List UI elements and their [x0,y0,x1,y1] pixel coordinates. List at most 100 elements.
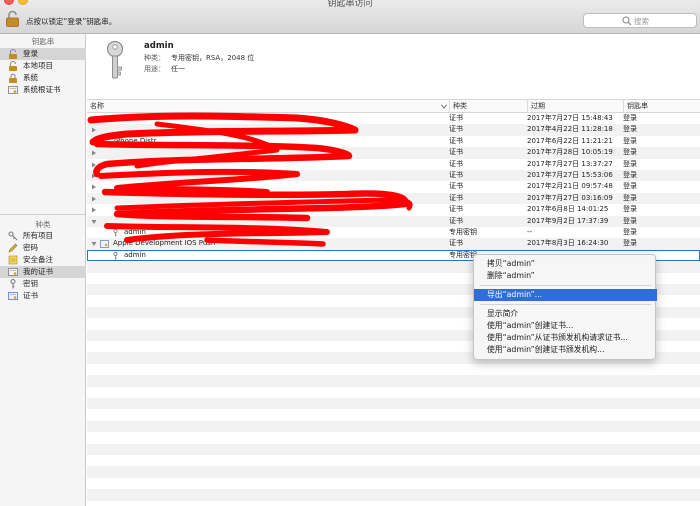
expires-cell: 2017年4月22日 11:28:18 [527,125,613,134]
item-usage-value: 任一 [171,65,185,73]
kind-cell: 证书 [449,148,463,157]
keychain-cell: 登录 [623,216,637,225]
column-header-kind[interactable]: 种类 [449,100,527,113]
expires-cell: 2017年9月2日 17:37:39 [527,216,609,225]
sidebar-item-label: 我的证书 [23,267,53,276]
search-icon [622,16,632,26]
keychain-cell: 登录 [623,171,637,179]
disclosure-triangle-icon[interactable] [91,241,97,247]
kind-cell: 证书 [449,216,463,225]
sidebar-divider [0,214,86,215]
sidebar-item-label: 系统根证书 [23,85,61,94]
table-row[interactable]: 证书 2017年7月27日 15:48:43 登录 [87,113,700,124]
menu-item-create-ca[interactable]: 使用“admin”创建证书颁发机构... [474,344,657,356]
disclosure-triangle-icon[interactable] [91,127,97,133]
menu-item-delete[interactable]: 删除“admin” [474,270,657,282]
disclosure-triangle-icon[interactable] [91,219,97,225]
name-cell [111,204,441,215]
name-cell [111,193,441,204]
name-cell [111,159,441,170]
menu-separator [480,304,651,305]
note-icon [8,255,18,265]
menu-item-request-certificate[interactable]: 使用“admin”从证书颁发机构请求证书... [474,332,657,344]
sidebar-item-my-certificates[interactable]: 我的证书 [0,266,86,278]
item-usage-row: 用途： 任一 [144,64,185,74]
empty-row [87,375,700,387]
table-row[interactable]: Apple Development IOS Push 证书 2017年8月3日 … [87,238,700,250]
table-row[interactable]: 证书 2017年7月28日 10:05:19 登录 [87,147,700,159]
menu-item-get-info[interactable]: 显示简介 [474,308,657,320]
column-header-keychain[interactable]: 钥匙串 [623,100,700,113]
search-field[interactable]: 搜索 [583,13,697,28]
expires-cell: 2017年7月28日 10:05:19 [527,148,613,157]
menu-item-create-certificate[interactable]: 使用“admin”创建证书... [474,320,657,332]
sidebar-item-system-roots[interactable]: 系统根证书 [0,84,86,96]
sidebar-item-local-items[interactable]: 本地项目 [0,60,86,72]
lock-open-icon [9,49,17,59]
empty-row [87,489,700,501]
menu-separator [480,285,651,286]
disclosure-triangle-icon[interactable] [91,162,97,168]
column-header-name[interactable]: 名称 [87,100,449,113]
disclosure-triangle-icon[interactable] [91,116,97,122]
name-cell [111,170,441,181]
keychain-access-window: 钥匙串访问 点按以锁定“登录”钥匙串。 搜索 钥匙串 登录 本地项目 系统 系统… [0,0,700,506]
expires-cell: 2017年2月21日 09:57:48 [527,182,613,191]
disclosure-triangle-icon[interactable] [91,173,97,179]
name-cell: admin [124,250,146,259]
table-row[interactable]: 证书 2017年2月21日 09:57:48 登录 [87,181,700,192]
lock-hint-text: 点按以锁定“登录”钥匙串。 [26,17,117,26]
expires-cell: 2017年7月27日 03:16:09 [527,193,613,202]
table-row[interactable]: 证书 2017年9月2日 17:37:39 登录 [87,215,700,227]
empty-row [87,443,700,455]
certificate-icon [100,240,109,249]
context-menu: 拷贝“admin” 删除“admin” 导出“admin”... 显示简介 使用… [473,254,657,360]
sidebar-item-all-items[interactable]: 所有项目 [0,230,86,242]
disclosure-triangle-icon[interactable] [91,184,97,190]
sidebar-item-system[interactable]: 系统 [0,72,86,84]
table-row[interactable]: 证书 2017年7月27日 13:37:27 登录 [87,159,700,170]
disclosure-triangle-icon[interactable] [91,139,97,145]
name-cell [111,124,441,135]
sidebar-item-keys[interactable]: 密钥 [0,278,86,290]
name-cell: admin [124,228,146,236]
kind-cell: 证书 [449,125,463,134]
keychain-cell: 登录 [623,193,637,202]
disclosure-triangle-icon[interactable] [91,150,97,156]
certificate-icon [8,86,18,94]
name-cell [111,216,441,227]
column-header-expires[interactable]: 过期 [527,100,623,113]
kind-cell: 证书 [449,171,463,179]
kind-cell: 证书 [449,136,463,145]
lock-open-icon [9,61,17,71]
table-row[interactable]: 证书 2017年6月8日 14:01:25 登录 [87,204,700,215]
table-row[interactable]: 证书 2017年7月27日 15:53:06 登录 [87,170,700,182]
expires-cell: 2017年6月22日 11:21:21 [527,136,613,145]
disclosure-triangle-icon[interactable] [91,207,97,213]
item-kind-label: 种类： [144,54,165,62]
lock-open-icon[interactable] [6,10,19,27]
table-row[interactable]: 证书 2017年4月22日 11:28:18 登录 [87,124,700,136]
menu-item-export[interactable]: 导出“admin”... [474,289,657,301]
table-row[interactable]: 证书 2017年7月27日 03:16:09 登录 [87,192,700,205]
keychain-cell: 登录 [623,182,637,191]
table-row[interactable]: iPhone Distr 证书 2017年6月22日 11:21:21 登录 [87,136,700,147]
sidebar-item-secure-notes[interactable]: 安全备注 [0,254,86,266]
sidebar-item-certificates[interactable]: 证书 [0,290,86,302]
table-header: 名称 种类 过期 钥匙串 [87,100,700,113]
expires-cell: 2017年7月27日 15:48:43 [527,114,613,122]
disclosure-triangle-icon[interactable] [91,196,97,202]
key-icon [113,251,118,260]
table-row[interactable]: admin 专用密钥 -- 登录 [87,227,700,238]
keychain-cell: 登录 [623,159,637,168]
sidebar-item-passwords[interactable]: 密码 [0,242,86,254]
sidebar-item-login[interactable]: 登录 [0,48,86,60]
name-cell [111,147,441,158]
sidebar-item-label: 本地项目 [23,61,53,70]
item-info-panel: admin 种类： 专用密钥，RSA，2048 位 用途： 任一 [87,34,700,100]
kind-cell: 专用密钥 [449,228,477,236]
chevron-down-icon[interactable] [441,104,447,109]
empty-row [87,398,700,410]
sidebar-item-label: 所有项目 [23,231,53,240]
menu-item-copy[interactable]: 拷贝“admin” [474,258,657,270]
